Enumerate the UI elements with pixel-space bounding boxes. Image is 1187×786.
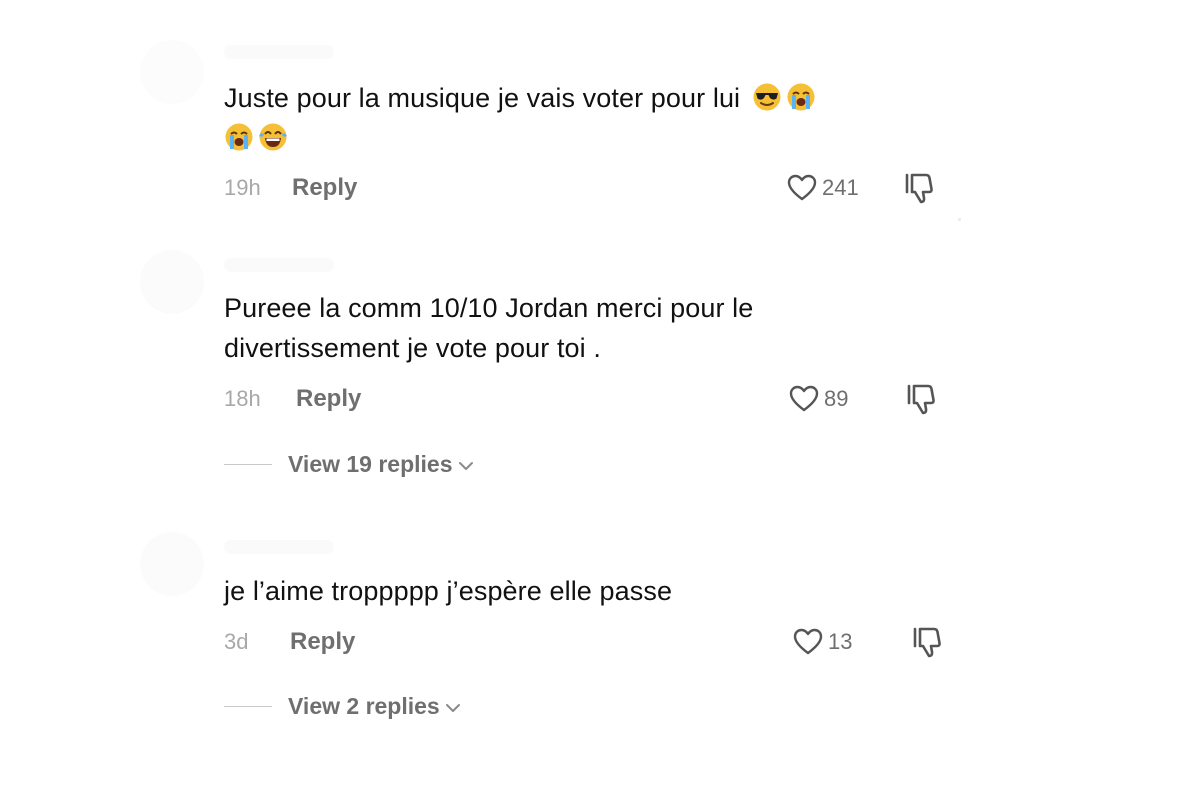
view-replies-button[interactable]: View 19 replies: [224, 448, 475, 480]
comment-meta: 18h Reply: [224, 381, 361, 417]
avatar[interactable]: [140, 250, 204, 314]
view-replies-label[interactable]: View 19 replies: [288, 451, 453, 478]
comment-body-line-2: divertissement je vote pour toi .: [224, 333, 601, 363]
heart-outline-icon[interactable]: [786, 172, 818, 204]
like-count: 13: [828, 629, 853, 654]
chevron-down-icon[interactable]: [444, 699, 462, 717]
comment-time: 19h: [224, 175, 261, 200]
smiling-face-with-sunglasses-icon: [752, 82, 782, 112]
thumbs-down-icon[interactable]: [904, 381, 940, 417]
comment-body: je l’aime troppppp j’espère elle passe: [224, 576, 673, 606]
comment-time: 3d: [224, 629, 249, 654]
comment-meta: 19h Reply: [224, 170, 357, 206]
username[interactable]: [224, 258, 334, 272]
divider-line: [224, 705, 272, 707]
like-button[interactable]: 89: [788, 381, 848, 417]
avatar[interactable]: [140, 40, 204, 104]
divider-line: [224, 463, 272, 465]
loudly-crying-face-icon: [224, 122, 254, 152]
like-count: 241: [822, 175, 859, 200]
decorative-dot: [958, 218, 961, 221]
view-replies-button[interactable]: View 2 replies: [224, 690, 462, 722]
view-replies-label[interactable]: View 2 replies: [288, 693, 440, 720]
reply-button[interactable]: Reply: [296, 385, 361, 413]
thumbs-down-icon[interactable]: [910, 624, 946, 660]
username[interactable]: [224, 45, 334, 59]
chevron-down-icon[interactable]: [457, 457, 475, 475]
like-button[interactable]: 241: [786, 170, 859, 206]
comment-meta: 3d Reply: [224, 624, 355, 660]
comment-body: Juste pour la musique je vais voter pour…: [224, 83, 741, 113]
reply-button[interactable]: Reply: [290, 628, 355, 656]
like-count: 89: [824, 386, 849, 411]
comment-text: Juste pour la musique je vais voter pour…: [224, 78, 924, 158]
reply-button[interactable]: Reply: [292, 174, 357, 202]
face-with-tears-of-joy-icon: [258, 122, 288, 152]
comment-body-line-1: Pureee la comm 10/10 Jordan merci pour l…: [224, 293, 754, 323]
comment-text: Pureee la comm 10/10 Jordan merci pour l…: [224, 288, 924, 368]
loudly-crying-face-icon: [786, 82, 816, 112]
comments-page: Juste pour la musique je vais voter pour…: [0, 0, 1187, 786]
avatar[interactable]: [140, 532, 204, 596]
username[interactable]: [224, 540, 334, 554]
heart-outline-icon[interactable]: [788, 383, 820, 415]
comment-time: 18h: [224, 386, 261, 411]
like-button[interactable]: 13: [792, 624, 852, 660]
thumbs-down-icon[interactable]: [902, 170, 938, 206]
comment-text: je l’aime troppppp j’espère elle passe: [224, 571, 924, 611]
heart-outline-icon[interactable]: [792, 626, 824, 658]
